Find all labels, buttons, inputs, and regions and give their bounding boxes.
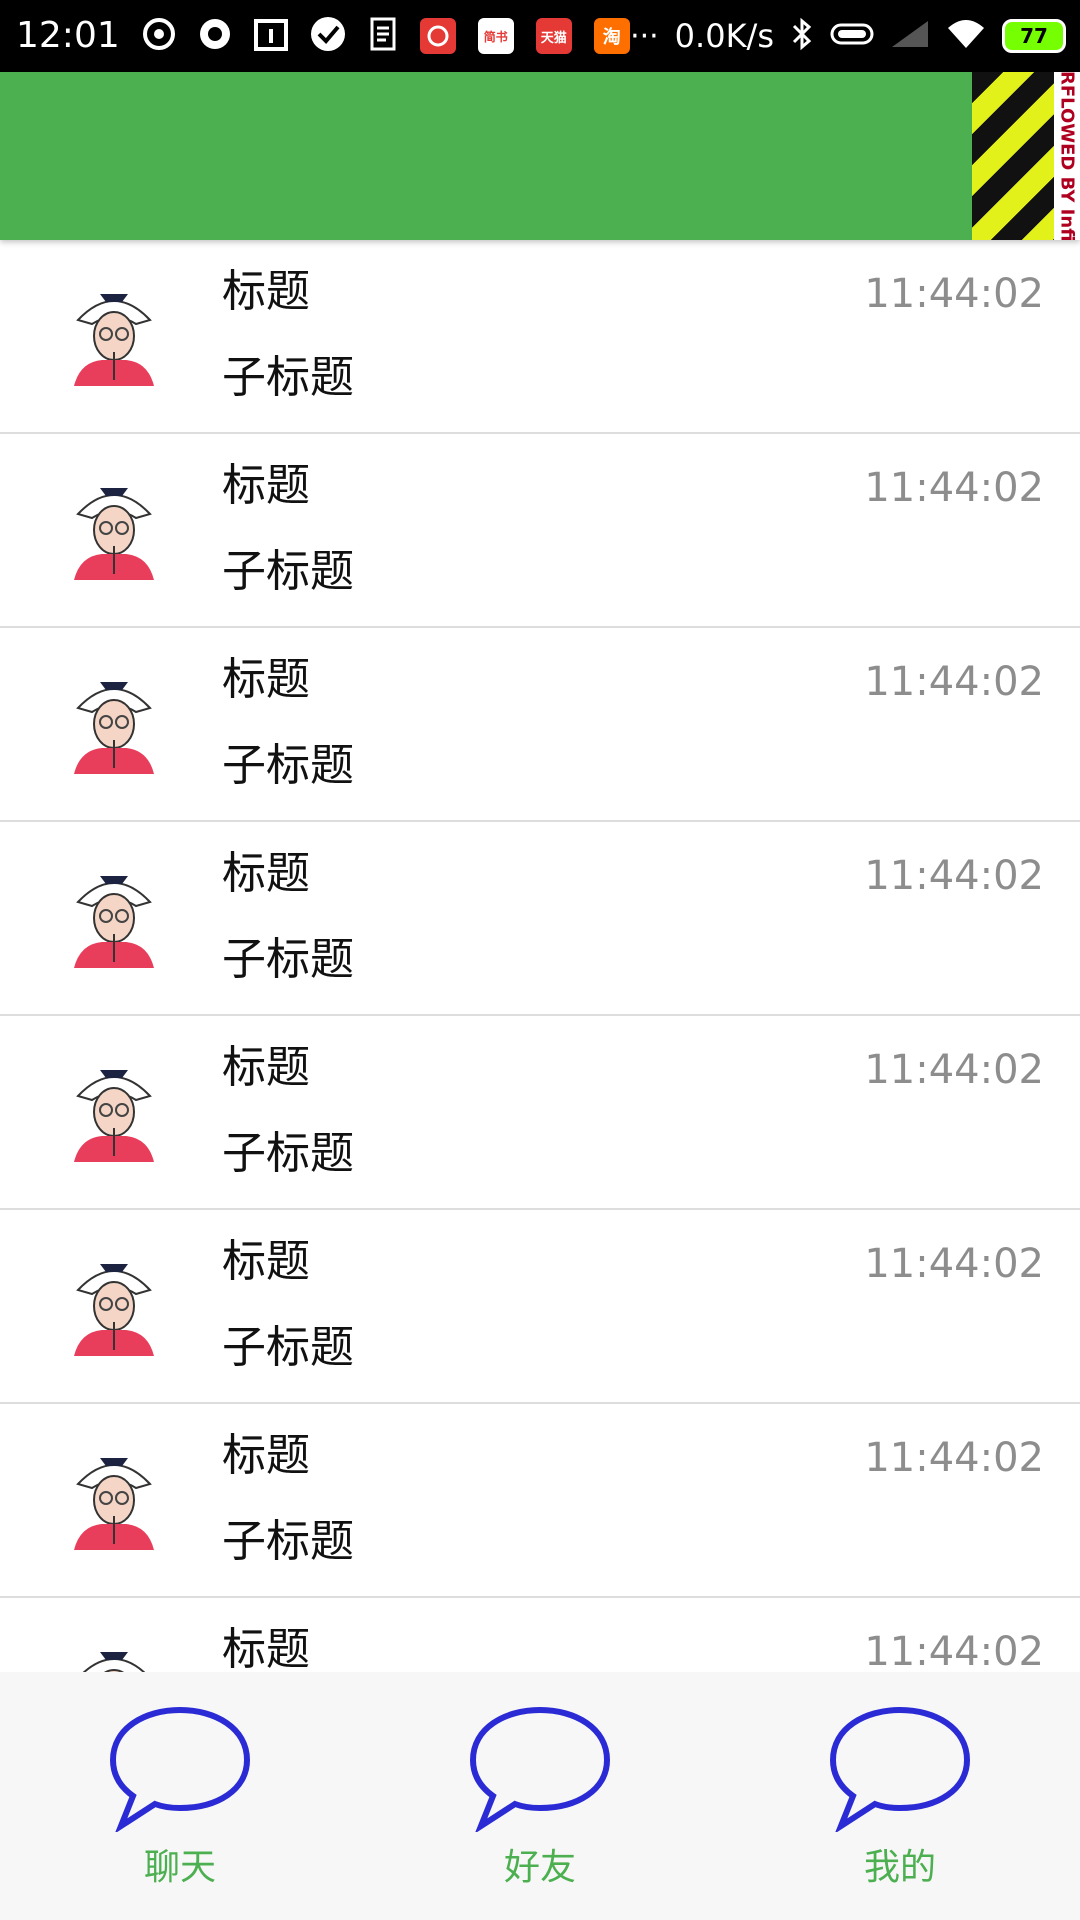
avatar — [82, 1652, 146, 1672]
item-subtitle: 子标题 — [222, 740, 354, 791]
list-item[interactable]: 标题 子标题 11:44:02 — [0, 434, 1080, 628]
app-bar — [0, 72, 1080, 240]
avatar — [74, 294, 154, 386]
nav-tab-0[interactable]: 聊天 — [0, 1672, 360, 1920]
item-time: 11:44:02 — [864, 465, 1044, 511]
item-subtitle: 子标题 — [222, 546, 354, 597]
battery-indicator: 77 — [1002, 19, 1066, 53]
vibrate-icon — [830, 22, 874, 50]
tmall-icon: 天猫 — [535, 18, 572, 54]
item-subtitle: 子标题 — [222, 1322, 354, 1373]
item-title: 标题 — [222, 266, 310, 317]
overflow-debug-banner: RFLOWED BY Infi — [972, 72, 1080, 240]
item-subtitle: 子标题 — [222, 352, 354, 403]
list-item[interactable]: 标题 子标题 11:44:02 — [0, 1016, 1080, 1210]
net-speed: 0.0K/s — [674, 17, 774, 55]
netease-music-icon — [419, 18, 456, 54]
list-item[interactable]: 标题 子标题 11:44:02 — [0, 1598, 1080, 1672]
list-item[interactable]: 标题 子标题 11:44:02 — [0, 628, 1080, 822]
nav-tab-1[interactable]: 好友 — [360, 1672, 720, 1920]
nav-tab-2[interactable]: 我的 — [720, 1672, 1080, 1920]
item-title: 标题 — [222, 1042, 310, 1093]
item-subtitle: 子标题 — [222, 934, 354, 985]
nav-label: 好友 — [503, 1847, 576, 1888]
overflow-stripes — [972, 72, 1054, 240]
list-item[interactable]: 标题 子标题 11:44:02 — [0, 1404, 1080, 1598]
news-icon — [368, 17, 398, 55]
taobao-icon: 淘 — [593, 18, 630, 54]
item-time: 11:44:02 — [864, 853, 1044, 899]
item-time: 11:44:02 — [864, 1047, 1044, 1093]
record-icon — [198, 17, 232, 55]
item-time: 11:44:02 — [864, 271, 1044, 317]
status-bar: 12:01 简书 天猫 淘 ··· 0.0K/s 77 — [0, 0, 1080, 72]
item-time: 11:44:02 — [864, 1629, 1044, 1672]
list-item[interactable]: 标题 子标题 11:44:02 — [0, 240, 1080, 434]
jianshu-icon: 简书 — [477, 18, 514, 54]
chat-bubble-icon — [469, 1706, 611, 1832]
item-title: 标题 — [222, 1624, 310, 1672]
signal-icon — [890, 19, 930, 53]
chat-bubble-icon — [829, 1706, 971, 1832]
avatar — [74, 876, 154, 968]
list-item[interactable]: 标题 子标题 11:44:02 — [0, 822, 1080, 1016]
item-time: 11:44:02 — [864, 659, 1044, 705]
calendar-icon — [253, 17, 288, 55]
item-title: 标题 — [222, 460, 310, 511]
avatar — [74, 1070, 154, 1162]
status-right: ··· 0.0K/s 77 — [630, 0, 1066, 72]
netease-icon — [142, 17, 176, 55]
item-title: 标题 — [222, 654, 310, 705]
status-time: 12:01 — [16, 15, 120, 56]
item-time: 11:44:02 — [864, 1241, 1044, 1287]
bottom-nav: 聊天 好友 我的 — [0, 1672, 1080, 1920]
more-notifications-icon: ··· — [630, 18, 659, 54]
avatar — [74, 1264, 154, 1356]
check-icon — [310, 16, 346, 56]
item-title: 标题 — [222, 1430, 310, 1481]
avatar — [74, 488, 154, 580]
overflow-text: RFLOWED BY Infi — [1054, 72, 1080, 240]
item-time: 11:44:02 — [864, 1435, 1044, 1481]
chat-list[interactable]: 标题 子标题 11:44:02 标题 子标题 11:44:02 标题 子标题 1… — [0, 240, 1080, 1672]
avatar — [74, 682, 154, 774]
chat-bubble-icon — [109, 1706, 251, 1832]
item-title: 标题 — [222, 1236, 310, 1287]
list-item[interactable]: 标题 子标题 11:44:02 — [0, 1210, 1080, 1404]
wifi-icon — [946, 18, 986, 54]
item-subtitle: 子标题 — [222, 1128, 354, 1179]
avatar — [74, 1458, 154, 1550]
notification-icons: 简书 天猫 淘 — [142, 16, 630, 56]
nav-label: 我的 — [863, 1847, 936, 1888]
bluetooth-icon — [790, 17, 814, 55]
item-title: 标题 — [222, 848, 310, 899]
item-subtitle: 子标题 — [222, 1516, 354, 1567]
nav-label: 聊天 — [143, 1847, 216, 1888]
